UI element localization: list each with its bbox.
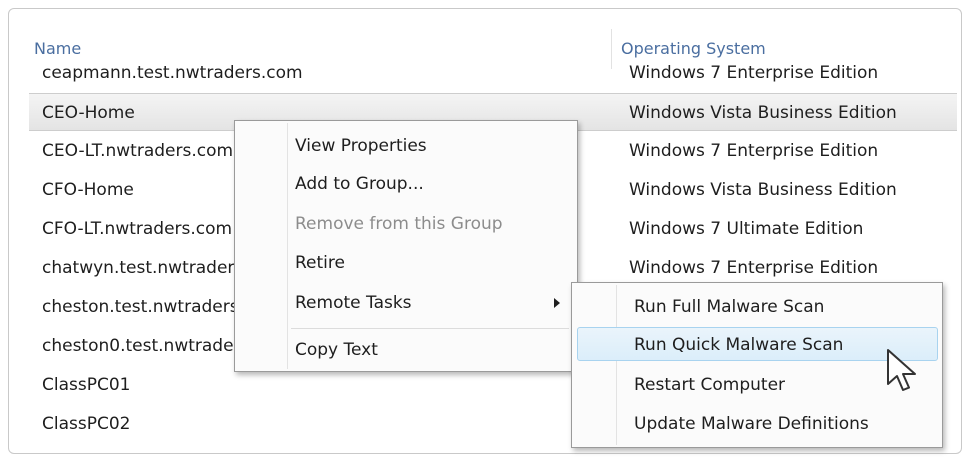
table-row[interactable]: ceapmann.test.nwtraders.com Windows 7 En… <box>29 54 957 92</box>
menu-item-retire[interactable]: Retire <box>295 246 345 280</box>
mouse-pointer-icon <box>887 349 916 391</box>
context-menu: View Properties Add to Group... Remove f… <box>234 120 578 372</box>
menu-icon-gutter <box>287 123 288 369</box>
menu-item-view-properties[interactable]: View Properties <box>295 129 427 163</box>
menu-icon-gutter <box>616 285 617 445</box>
row-os: Windows 7 Enterprise Edition <box>629 141 879 161</box>
menu-item-add-to-group[interactable]: Add to Group... <box>295 167 424 201</box>
submenu-item-update-definitions[interactable]: Update Malware Definitions <box>634 407 869 441</box>
row-name: ClassPC02 <box>42 414 131 434</box>
menu-item-remove-from-group[interactable]: Remove from this Group <box>295 207 503 241</box>
row-os: Windows Vista Business Edition <box>629 103 897 123</box>
row-os: Windows Vista Business Edition <box>629 180 897 200</box>
menu-separator <box>291 328 569 329</box>
row-name: ceapmann.test.nwtraders.com <box>42 63 303 83</box>
chevron-right-icon <box>554 298 560 308</box>
menu-item-copy-text[interactable]: Copy Text <box>295 333 378 367</box>
menu-item-remote-tasks[interactable]: Remote Tasks <box>295 286 412 320</box>
row-os: Windows 7 Ultimate Edition <box>629 219 864 239</box>
row-os: Windows 7 Enterprise Edition <box>629 63 879 83</box>
submenu-item-run-full-scan[interactable]: Run Full Malware Scan <box>634 290 824 324</box>
submenu-item-restart-computer[interactable]: Restart Computer <box>634 368 785 402</box>
